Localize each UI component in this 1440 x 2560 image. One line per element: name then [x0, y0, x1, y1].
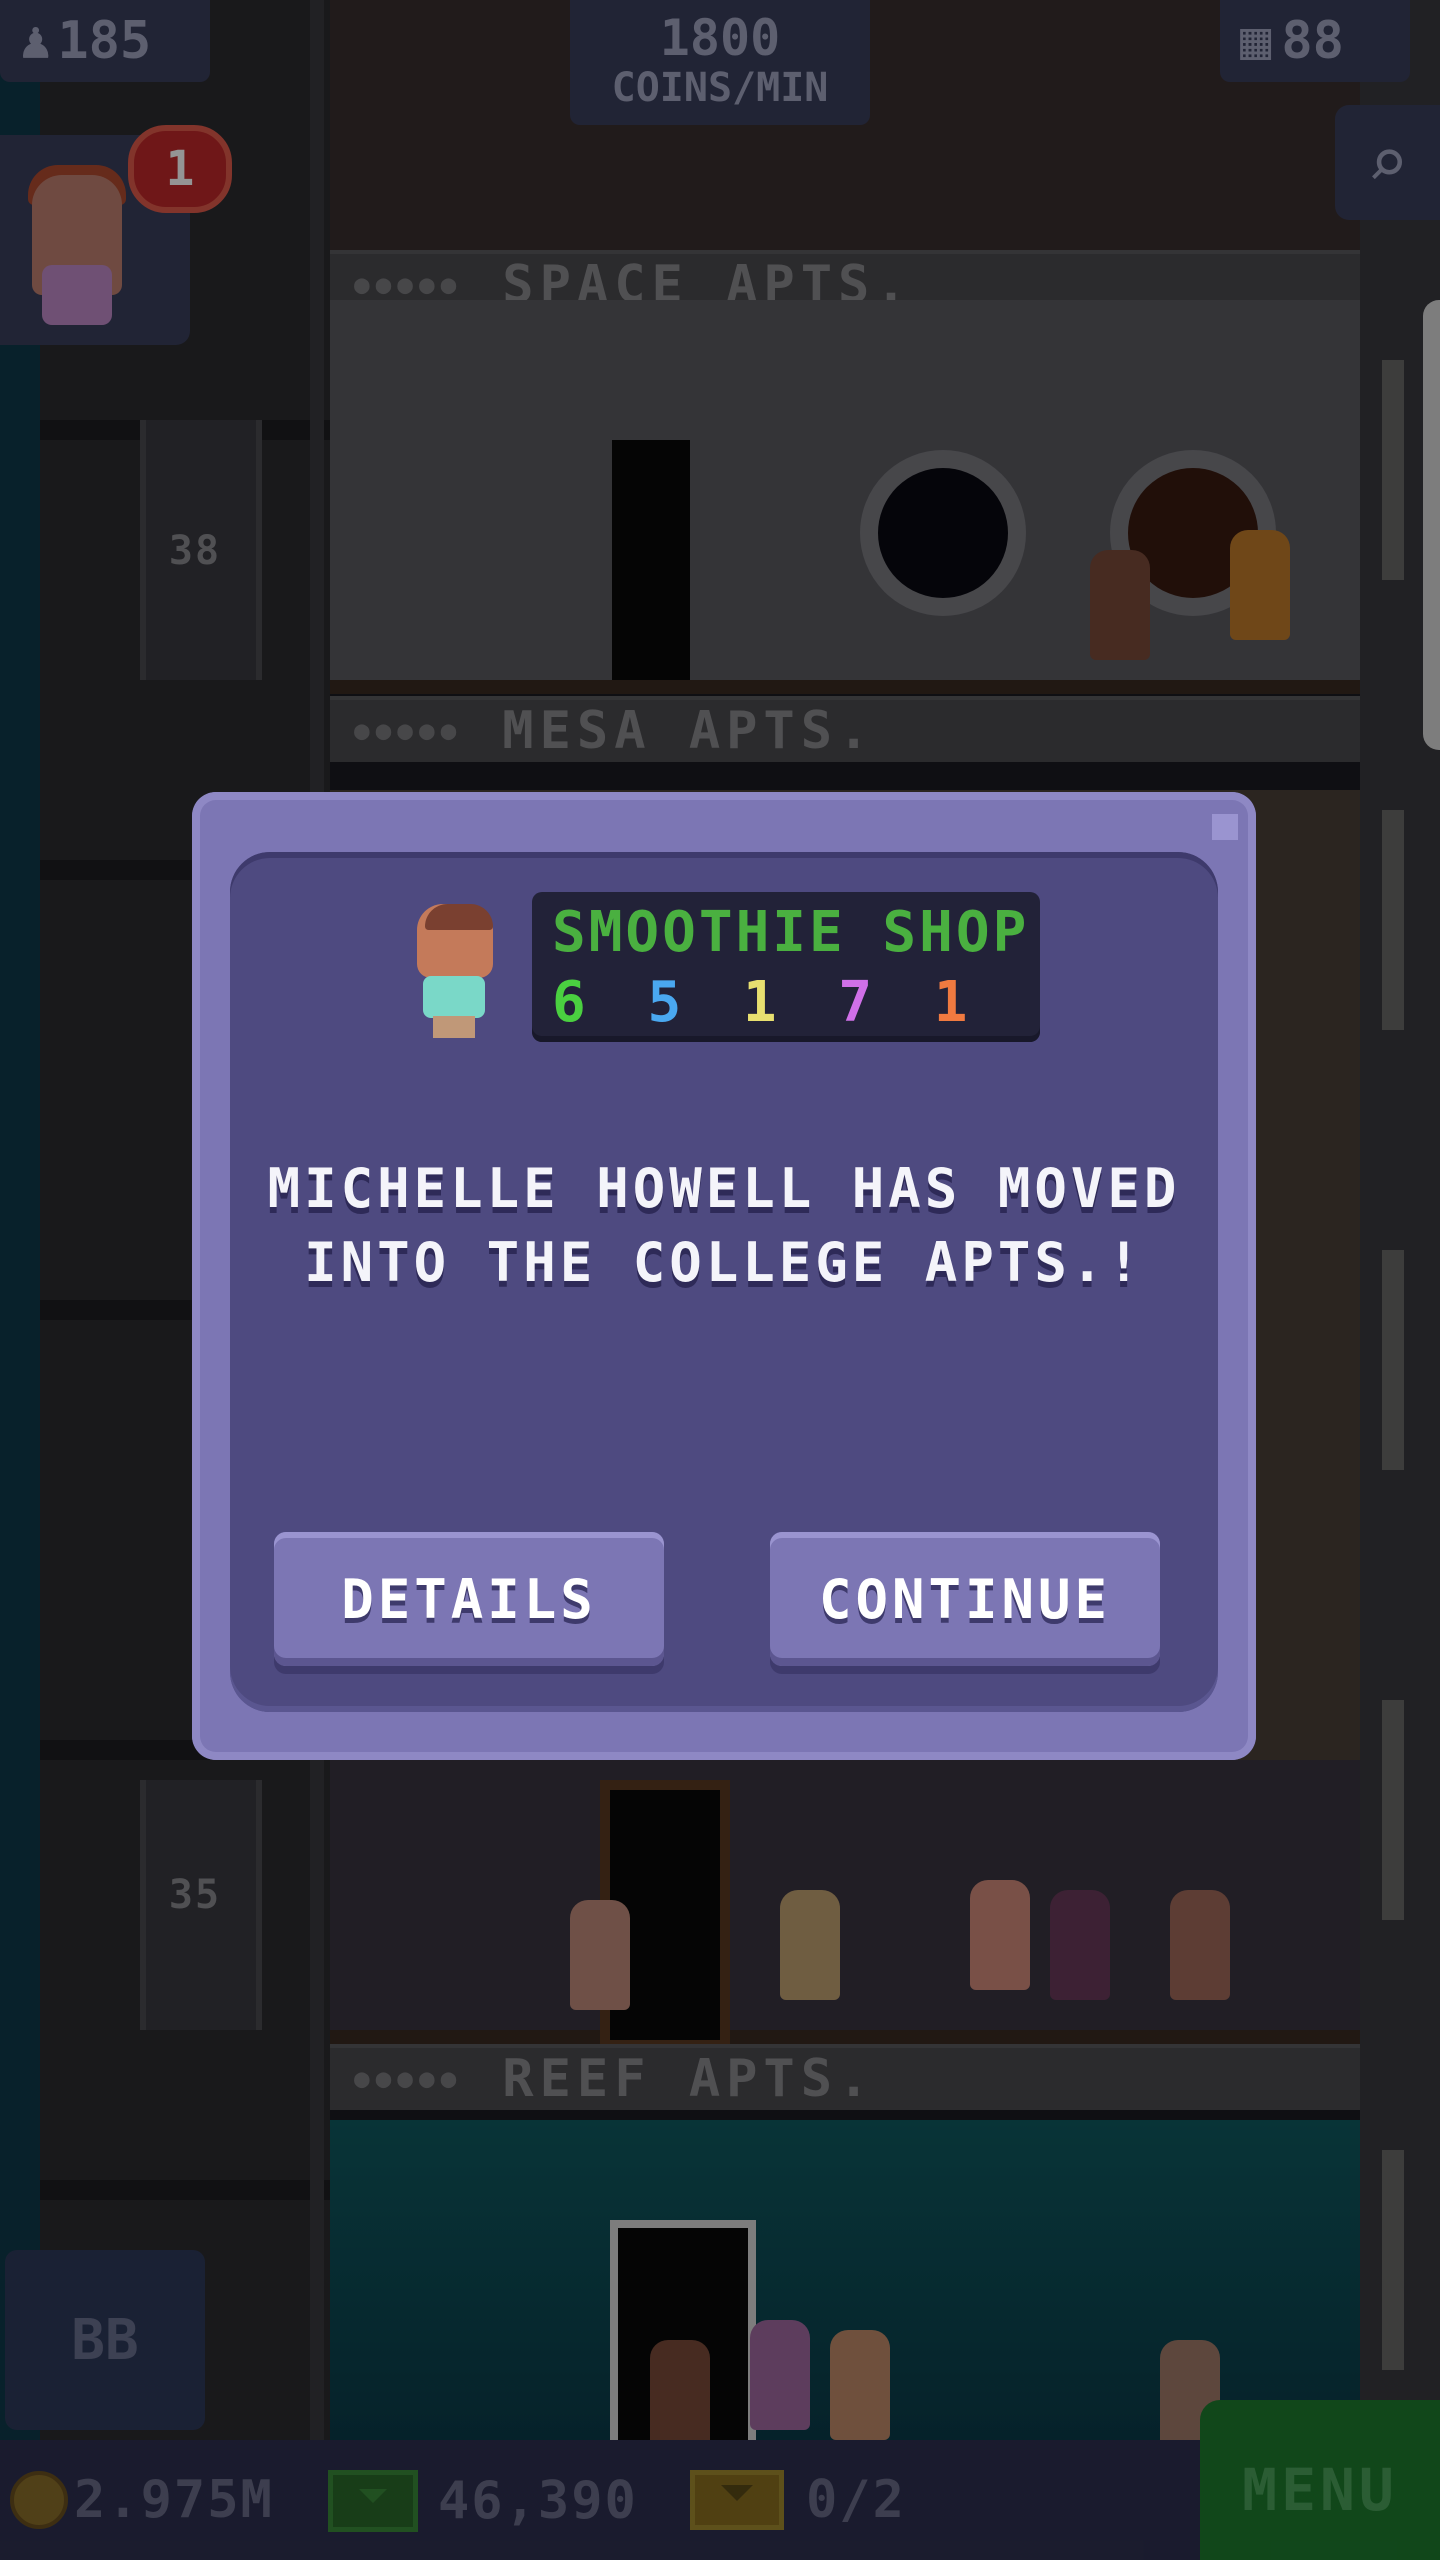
resident-avatar [409, 904, 499, 1044]
continue-button[interactable]: CONTINUE [770, 1532, 1160, 1666]
avatar-shirt [423, 976, 485, 1018]
skill-digit: 5 [647, 970, 696, 1035]
skill-digit: 1 [933, 970, 982, 1035]
dialog-corner-decoration [1212, 814, 1238, 840]
details-button[interactable]: DETAILS [274, 1532, 664, 1666]
skill-digit: 7 [838, 970, 887, 1035]
skill-digit: 6 [552, 970, 600, 1035]
move-in-dialog: SMOOTHIE SHOP 6 5 1 7 1 MICHELLE HOWELL … [192, 792, 1256, 1760]
shop-skill-code: 6 5 1 7 1 [552, 970, 981, 1035]
avatar-hair [425, 904, 493, 930]
shop-name: SMOOTHIE SHOP [552, 900, 1030, 965]
avatar-legs [433, 1016, 475, 1038]
dialog-message: MICHELLE HOWELL HAS MOVED INTO THE COLLE… [267, 1157, 1181, 1294]
skill-digit: 1 [742, 970, 791, 1035]
dream-job-box: SMOOTHIE SHOP 6 5 1 7 1 [532, 892, 1040, 1042]
